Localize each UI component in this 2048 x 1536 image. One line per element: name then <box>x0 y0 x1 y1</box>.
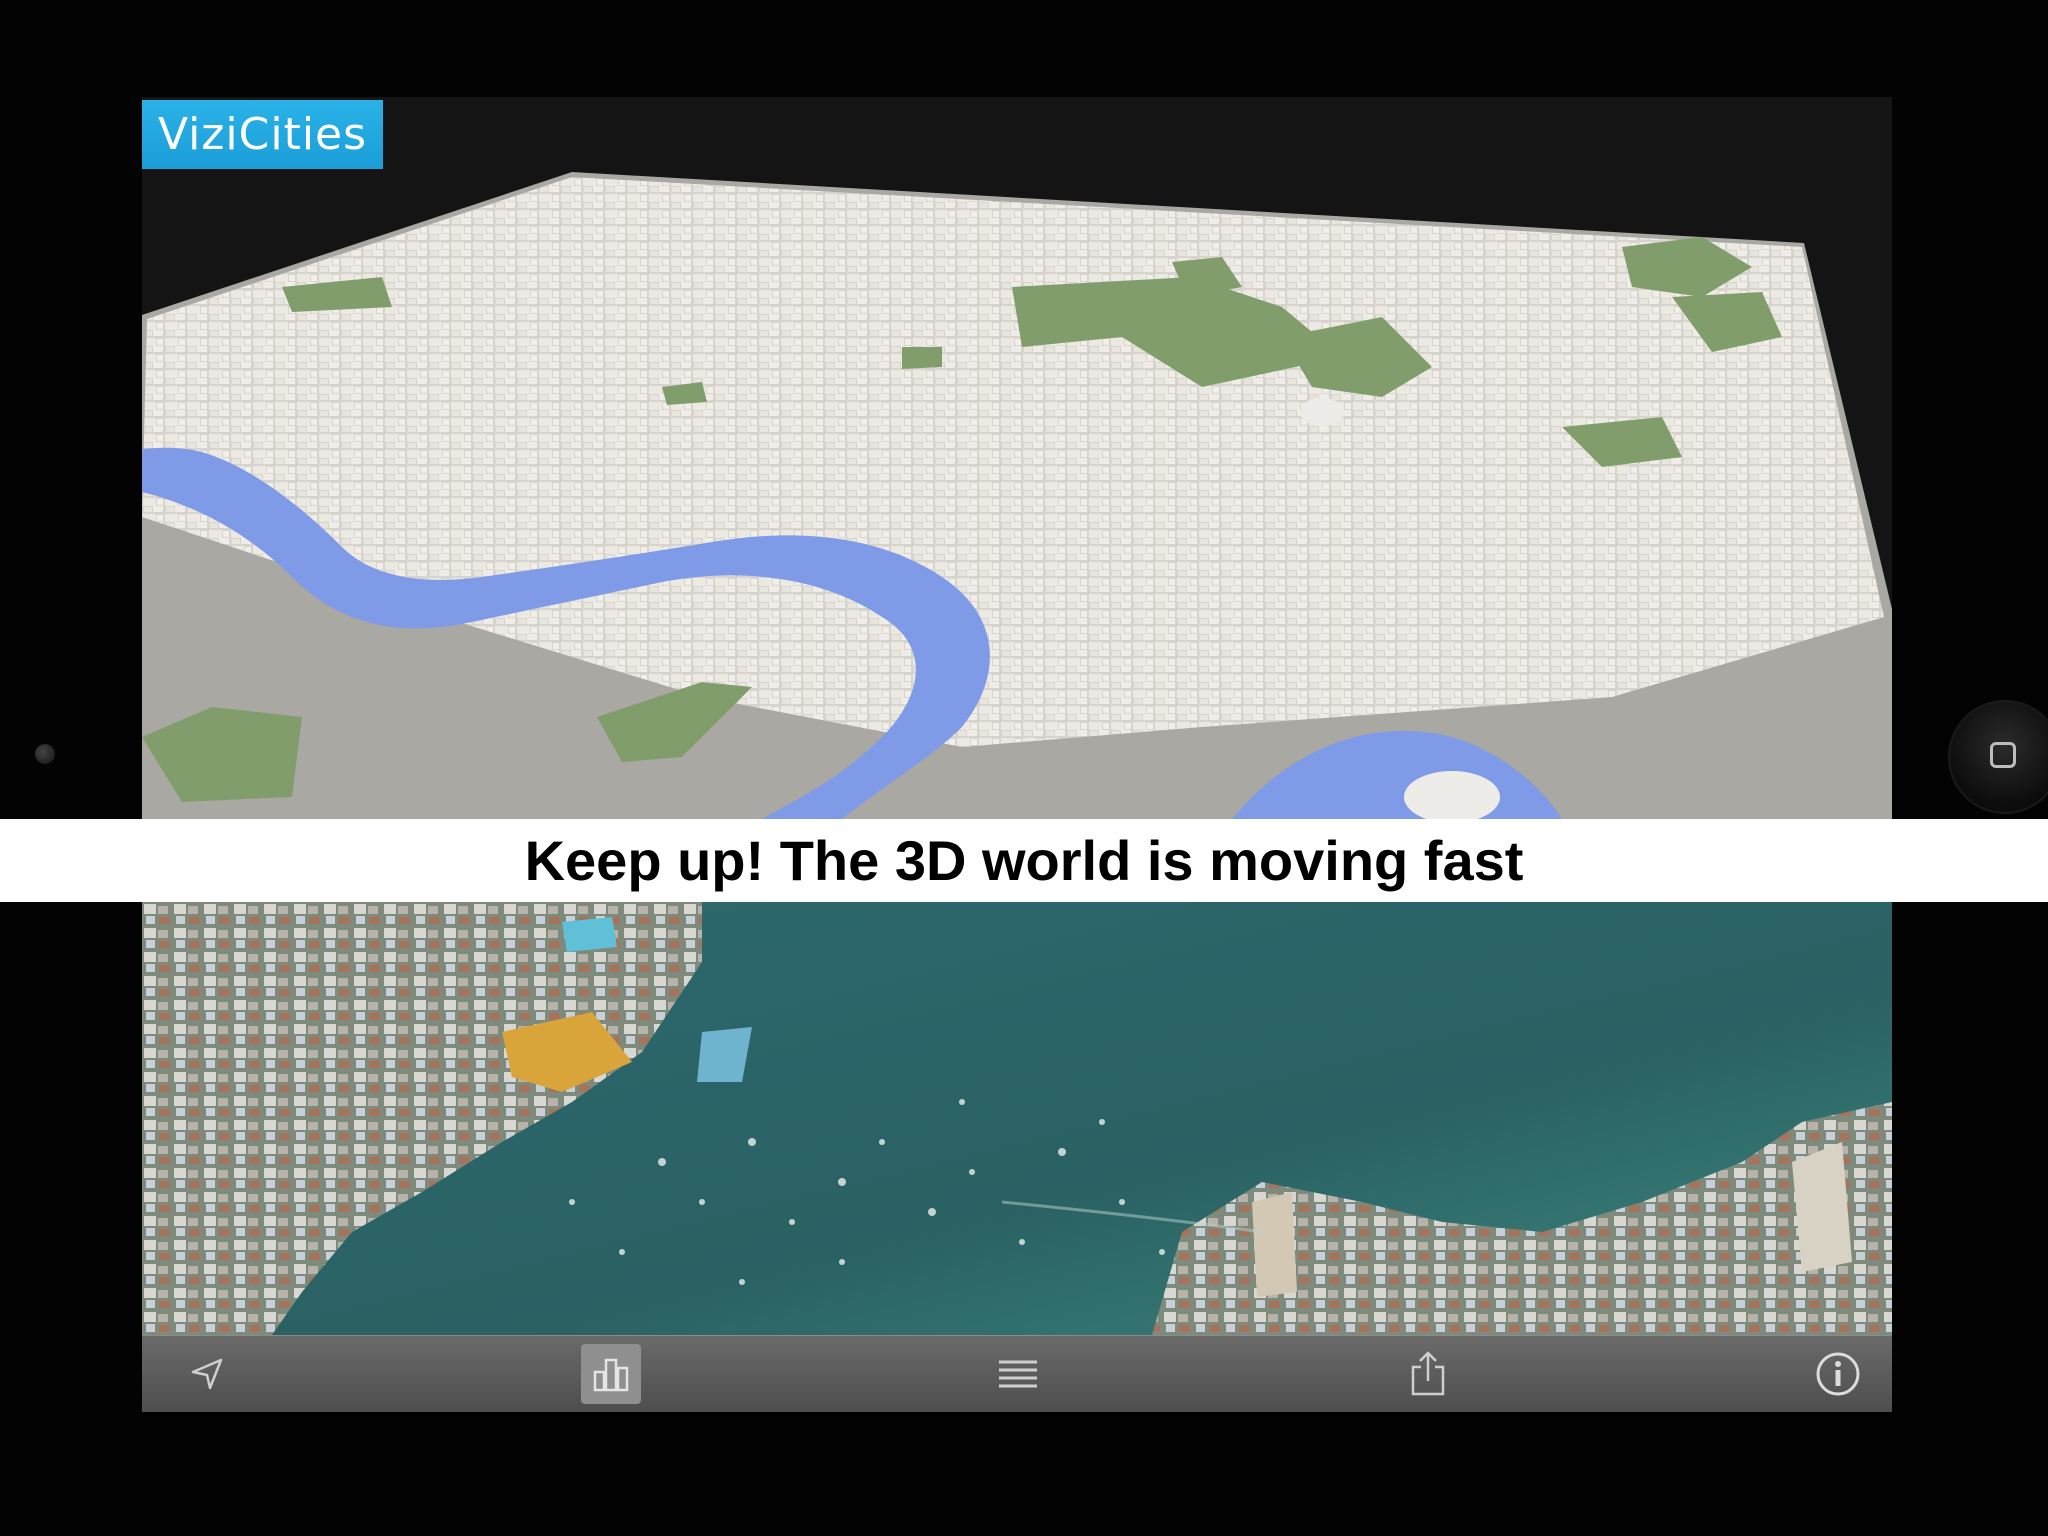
directions-list-button[interactable] <box>988 1336 1048 1412</box>
share-icon <box>1411 1351 1445 1396</box>
park <box>902 347 942 369</box>
info-icon <box>1816 1352 1860 1396</box>
flyover-render <box>142 902 1892 1335</box>
vizicities-3d-map[interactable] <box>142 97 1892 819</box>
home-square-icon <box>1990 742 2016 768</box>
3d-buildings-icon <box>593 1358 629 1392</box>
location-button[interactable] <box>177 1336 237 1412</box>
caption-text: Keep up! The 3D world is moving fast <box>524 829 1524 892</box>
tower <box>1792 1142 1852 1272</box>
caption-banner: Keep up! The 3D world is moving fast <box>0 819 2048 902</box>
stadium <box>1300 398 1344 426</box>
location-arrow-icon <box>191 1358 223 1390</box>
3d-city-render <box>142 97 1892 819</box>
vizicities-logo: ViziCities <box>142 100 383 169</box>
3d-toggle-button[interactable] <box>579 1336 643 1412</box>
camera-dot <box>35 744 55 764</box>
info-button[interactable] <box>1808 1336 1868 1412</box>
list-icon <box>999 1360 1037 1388</box>
maps-toolbar <box>142 1335 1892 1412</box>
share-button[interactable] <box>1398 1336 1458 1412</box>
flyover-3d-map[interactable] <box>142 902 1892 1335</box>
pool <box>562 917 617 952</box>
tower <box>1252 1192 1297 1297</box>
